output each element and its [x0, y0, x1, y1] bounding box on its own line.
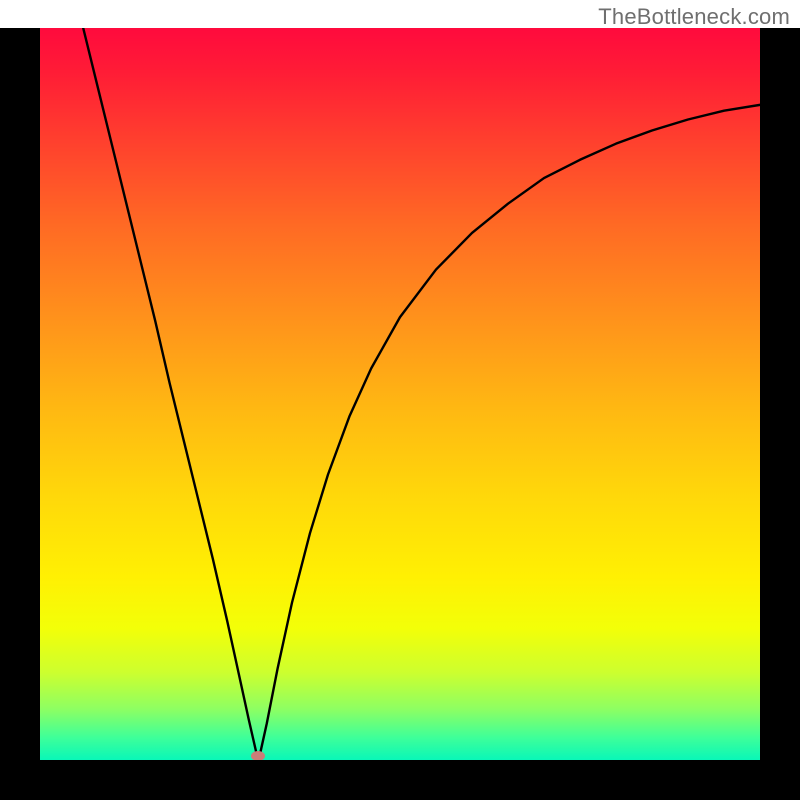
- bottleneck-curve: [40, 28, 760, 760]
- plot-area: [40, 28, 760, 760]
- chart-container: TheBottleneck.com: [0, 0, 800, 800]
- watermark-text: TheBottleneck.com: [598, 4, 790, 30]
- minimum-marker: [251, 751, 265, 760]
- plot-frame: [0, 28, 800, 800]
